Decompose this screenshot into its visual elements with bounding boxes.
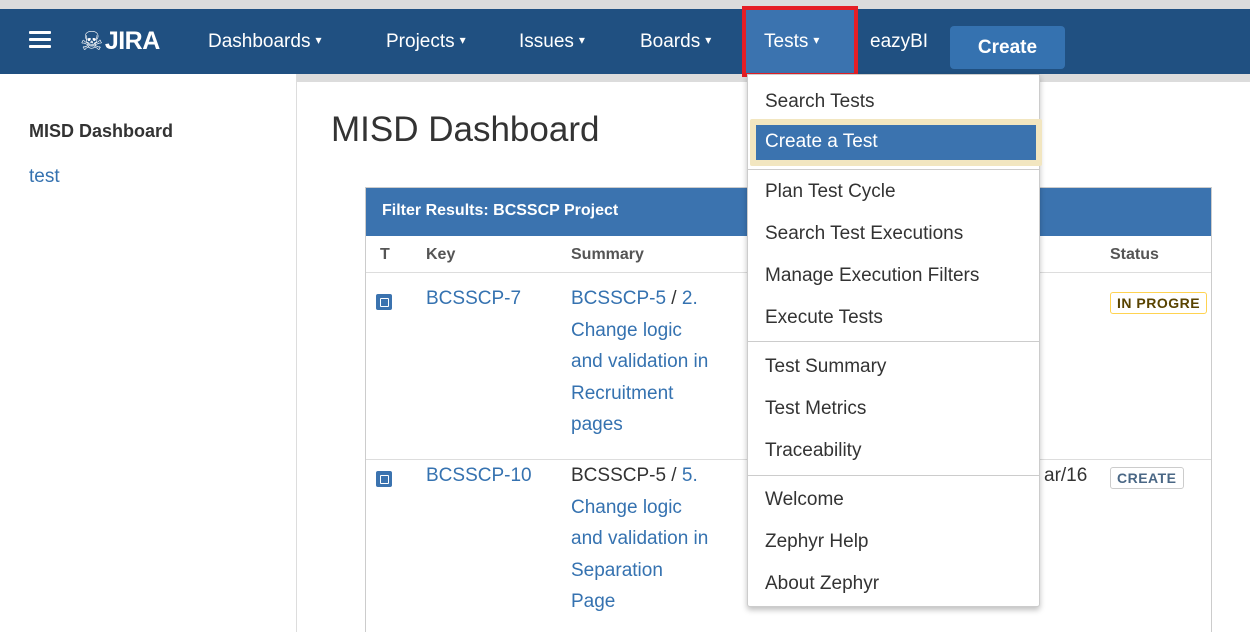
- test-issue-type-icon: [376, 471, 392, 487]
- summary-line[interactable]: 2.: [682, 288, 698, 309]
- summary-line[interactable]: and validation in: [571, 351, 708, 372]
- nav-dashboards-label: Dashboards: [208, 31, 311, 52]
- parent-issue-text: BCSSCP-5: [571, 465, 667, 486]
- summary-separator: /: [666, 288, 682, 309]
- tests-dropdown-menu: Search Tests Create a Test Plan Test Cyc…: [747, 74, 1042, 607]
- menu-item-plan-test-cycle[interactable]: Plan Test Cycle: [765, 181, 896, 203]
- column-header-type[interactable]: T: [380, 246, 390, 264]
- menu-item-test-summary[interactable]: Test Summary: [765, 356, 886, 378]
- nav-projects[interactable]: Projects ▾: [386, 31, 466, 53]
- menu-divider: [748, 169, 1039, 170]
- nav-dashboards[interactable]: Dashboards ▾: [208, 31, 321, 53]
- chevron-down-icon: ▾: [578, 33, 585, 47]
- menu-item-zephyr-help[interactable]: Zephyr Help: [765, 531, 869, 553]
- sidebar-item-test[interactable]: test: [29, 166, 60, 188]
- nav-projects-label: Projects: [386, 31, 455, 52]
- test-issue-type-icon: [376, 294, 392, 310]
- page-title: MISD Dashboard: [331, 110, 600, 149]
- status-badge: IN PROGRE: [1110, 292, 1208, 314]
- menu-item-about-zephyr[interactable]: About Zephyr: [765, 573, 879, 595]
- summary-line[interactable]: 5.: [682, 465, 698, 486]
- summary-line[interactable]: Recruitment: [571, 383, 673, 404]
- menu-item-test-metrics[interactable]: Test Metrics: [765, 398, 866, 420]
- nav-boards-label: Boards: [640, 31, 701, 52]
- updated-date: ar/16: [1044, 465, 1088, 486]
- summary-line[interactable]: pages: [571, 414, 623, 435]
- menu-item-manage-execution-filters[interactable]: Manage Execution Filters: [765, 265, 979, 287]
- menu-divider: [748, 341, 1039, 342]
- menu-item-search-test-executions[interactable]: Search Test Executions: [765, 223, 963, 245]
- jira-logo-icon: ☠: [80, 26, 103, 56]
- nav-eazybi-label: eazyBI: [870, 31, 929, 52]
- issue-summary: BCSSCP-5 / 5. Change logic and validatio…: [571, 460, 746, 618]
- chevron-down-icon: ▾: [459, 33, 466, 47]
- menu-item-search-tests[interactable]: Search Tests: [765, 91, 874, 113]
- dashboard-sidebar: MISD Dashboard test: [0, 74, 297, 632]
- hamburger-menu-icon[interactable]: [29, 31, 51, 49]
- issue-key-link[interactable]: BCSSCP-7: [426, 288, 521, 310]
- create-button[interactable]: Create: [950, 26, 1065, 69]
- summary-line[interactable]: Change logic: [571, 497, 682, 518]
- nav-boards[interactable]: Boards ▾: [640, 31, 711, 53]
- summary-line[interactable]: and validation in: [571, 528, 708, 549]
- parent-issue-link[interactable]: BCSSCP-5: [571, 288, 666, 309]
- chevron-down-icon: ▾: [315, 33, 322, 47]
- jira-logo[interactable]: ☠ JIRA: [80, 26, 160, 57]
- menu-item-create-a-test-label: Create a Test: [765, 131, 878, 152]
- column-header-summary[interactable]: Summary: [571, 246, 644, 264]
- status-badge: CREATE: [1110, 467, 1184, 489]
- tests-highlight-frame: [742, 6, 858, 77]
- menu-divider: [748, 475, 1039, 476]
- nav-issues-label: Issues: [519, 31, 574, 52]
- nav-eazybi[interactable]: eazyBI: [870, 31, 928, 53]
- column-header-status[interactable]: Status: [1110, 246, 1159, 264]
- summary-line[interactable]: Change logic: [571, 320, 682, 341]
- menu-item-welcome[interactable]: Welcome: [765, 489, 844, 511]
- logo-text: JIRA: [104, 27, 160, 55]
- sidebar-dashboard-title[interactable]: MISD Dashboard: [29, 121, 173, 142]
- summary-line[interactable]: Separation: [571, 560, 663, 581]
- column-header-key[interactable]: Key: [426, 246, 455, 264]
- nav-issues[interactable]: Issues ▾: [519, 31, 585, 53]
- summary-separator: /: [666, 465, 682, 486]
- issue-summary: BCSSCP-5 / 2. Change logic and validatio…: [571, 283, 746, 441]
- menu-item-traceability[interactable]: Traceability: [765, 440, 861, 462]
- summary-line[interactable]: Page: [571, 591, 615, 612]
- issue-key-link[interactable]: BCSSCP-10: [426, 465, 532, 487]
- menu-item-execute-tests[interactable]: Execute Tests: [765, 307, 883, 329]
- chevron-down-icon: ▾: [705, 33, 712, 47]
